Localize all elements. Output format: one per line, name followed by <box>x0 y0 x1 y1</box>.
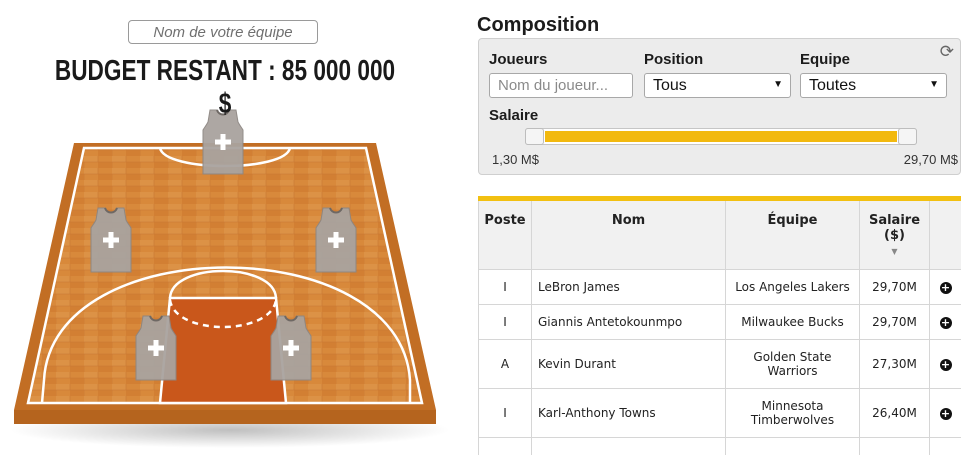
cell-nom: Giannis Antetokounmpo <box>532 305 726 340</box>
cell-salaire: 26,40M <box>860 389 930 438</box>
salary-range-slider[interactable] <box>525 128 917 145</box>
cell-poste: I <box>479 389 532 438</box>
composition-title: Composition <box>477 14 599 37</box>
cell-equipe: Los Angeles Lakers <box>726 270 860 305</box>
add-player-button[interactable]: + <box>930 270 962 305</box>
plus-circle-icon: + <box>940 317 952 329</box>
cell-nom: Karl-Anthony Towns <box>532 389 726 438</box>
cell-poste: I <box>479 305 532 340</box>
refresh-icon[interactable]: ⟳ <box>940 42 954 62</box>
salary-min-value: 1,30 M$ <box>492 152 539 167</box>
table-row: A Kevin Durant Golden State Warriors 27,… <box>479 340 962 389</box>
chevron-down-icon: ▼ <box>929 79 939 90</box>
salary-max-handle[interactable] <box>898 128 917 145</box>
cell-poste: I <box>479 270 532 305</box>
cell-equipe: Minnesota Timberwolves <box>726 389 860 438</box>
add-player-button[interactable]: + <box>930 340 962 389</box>
salary-label: Salaire <box>489 107 538 124</box>
jersey-slot-left <box>91 208 131 272</box>
position-label: Position <box>644 51 703 68</box>
cell-poste: A <box>479 340 532 389</box>
column-header-actions <box>930 201 962 270</box>
players-table: Poste Nom Équipe Salaire ($) ▼ I LeBron … <box>478 196 961 455</box>
player-search-input[interactable] <box>489 73 633 98</box>
column-header-nom[interactable]: Nom <box>532 201 726 270</box>
column-header-salaire[interactable]: Salaire ($) ▼ <box>860 201 930 270</box>
cell-equipe: Golden State Warriors <box>726 340 860 389</box>
plus-circle-icon: + <box>940 408 952 420</box>
budget-remaining: BUDGET RESTANT : 85 000 000 $ <box>50 55 401 121</box>
salary-range-fill <box>545 131 897 142</box>
jersey-slot-right <box>316 208 356 272</box>
cell-salaire: 27,30M <box>860 340 930 389</box>
plus-circle-icon: + <box>940 282 952 294</box>
salary-max-value: 29,70 M$ <box>904 152 958 167</box>
filters-panel: Joueurs Position Tous ▼ Equipe Toutes ▼ … <box>478 38 961 175</box>
position-select[interactable]: Tous ▼ <box>644 73 791 98</box>
team-name-input[interactable] <box>128 20 318 44</box>
cell-salaire: 29,70M <box>860 270 930 305</box>
salary-min-handle[interactable] <box>525 128 544 145</box>
jersey-slot-bottom-left <box>136 316 176 380</box>
table-row: I Karl-Anthony Towns Minnesota Timberwol… <box>479 389 962 438</box>
team-label: Equipe <box>800 51 850 68</box>
column-header-salaire-label: Salaire ($) <box>869 213 920 243</box>
chevron-down-icon: ▼ <box>773 79 783 90</box>
table-row: I LeBron James Los Angeles Lakers 29,70M… <box>479 270 962 305</box>
add-player-button[interactable]: + <box>930 389 962 438</box>
cell-salaire: 29,70M <box>860 305 930 340</box>
cell-nom: Kevin Durant <box>532 340 726 389</box>
add-player-button[interactable]: + <box>930 305 962 340</box>
table-row: I Giannis Antetokounmpo Milwaukee Bucks … <box>479 305 962 340</box>
table-header-row: Poste Nom Équipe Salaire ($) ▼ <box>479 201 962 270</box>
position-select-value: Tous <box>653 77 687 95</box>
plus-circle-icon: + <box>940 359 952 371</box>
jersey-slot-bottom-right <box>271 316 311 380</box>
players-label: Joueurs <box>489 51 547 68</box>
team-select[interactable]: Toutes ▼ <box>800 73 947 98</box>
cell-nom: LeBron James <box>532 270 726 305</box>
column-header-poste[interactable]: Poste <box>479 201 532 270</box>
column-header-equipe[interactable]: Équipe <box>726 201 860 270</box>
cell-equipe: Milwaukee Bucks <box>726 305 860 340</box>
team-select-value: Toutes <box>809 77 856 95</box>
sort-desc-icon: ▼ <box>864 247 925 256</box>
table-row <box>479 438 962 455</box>
